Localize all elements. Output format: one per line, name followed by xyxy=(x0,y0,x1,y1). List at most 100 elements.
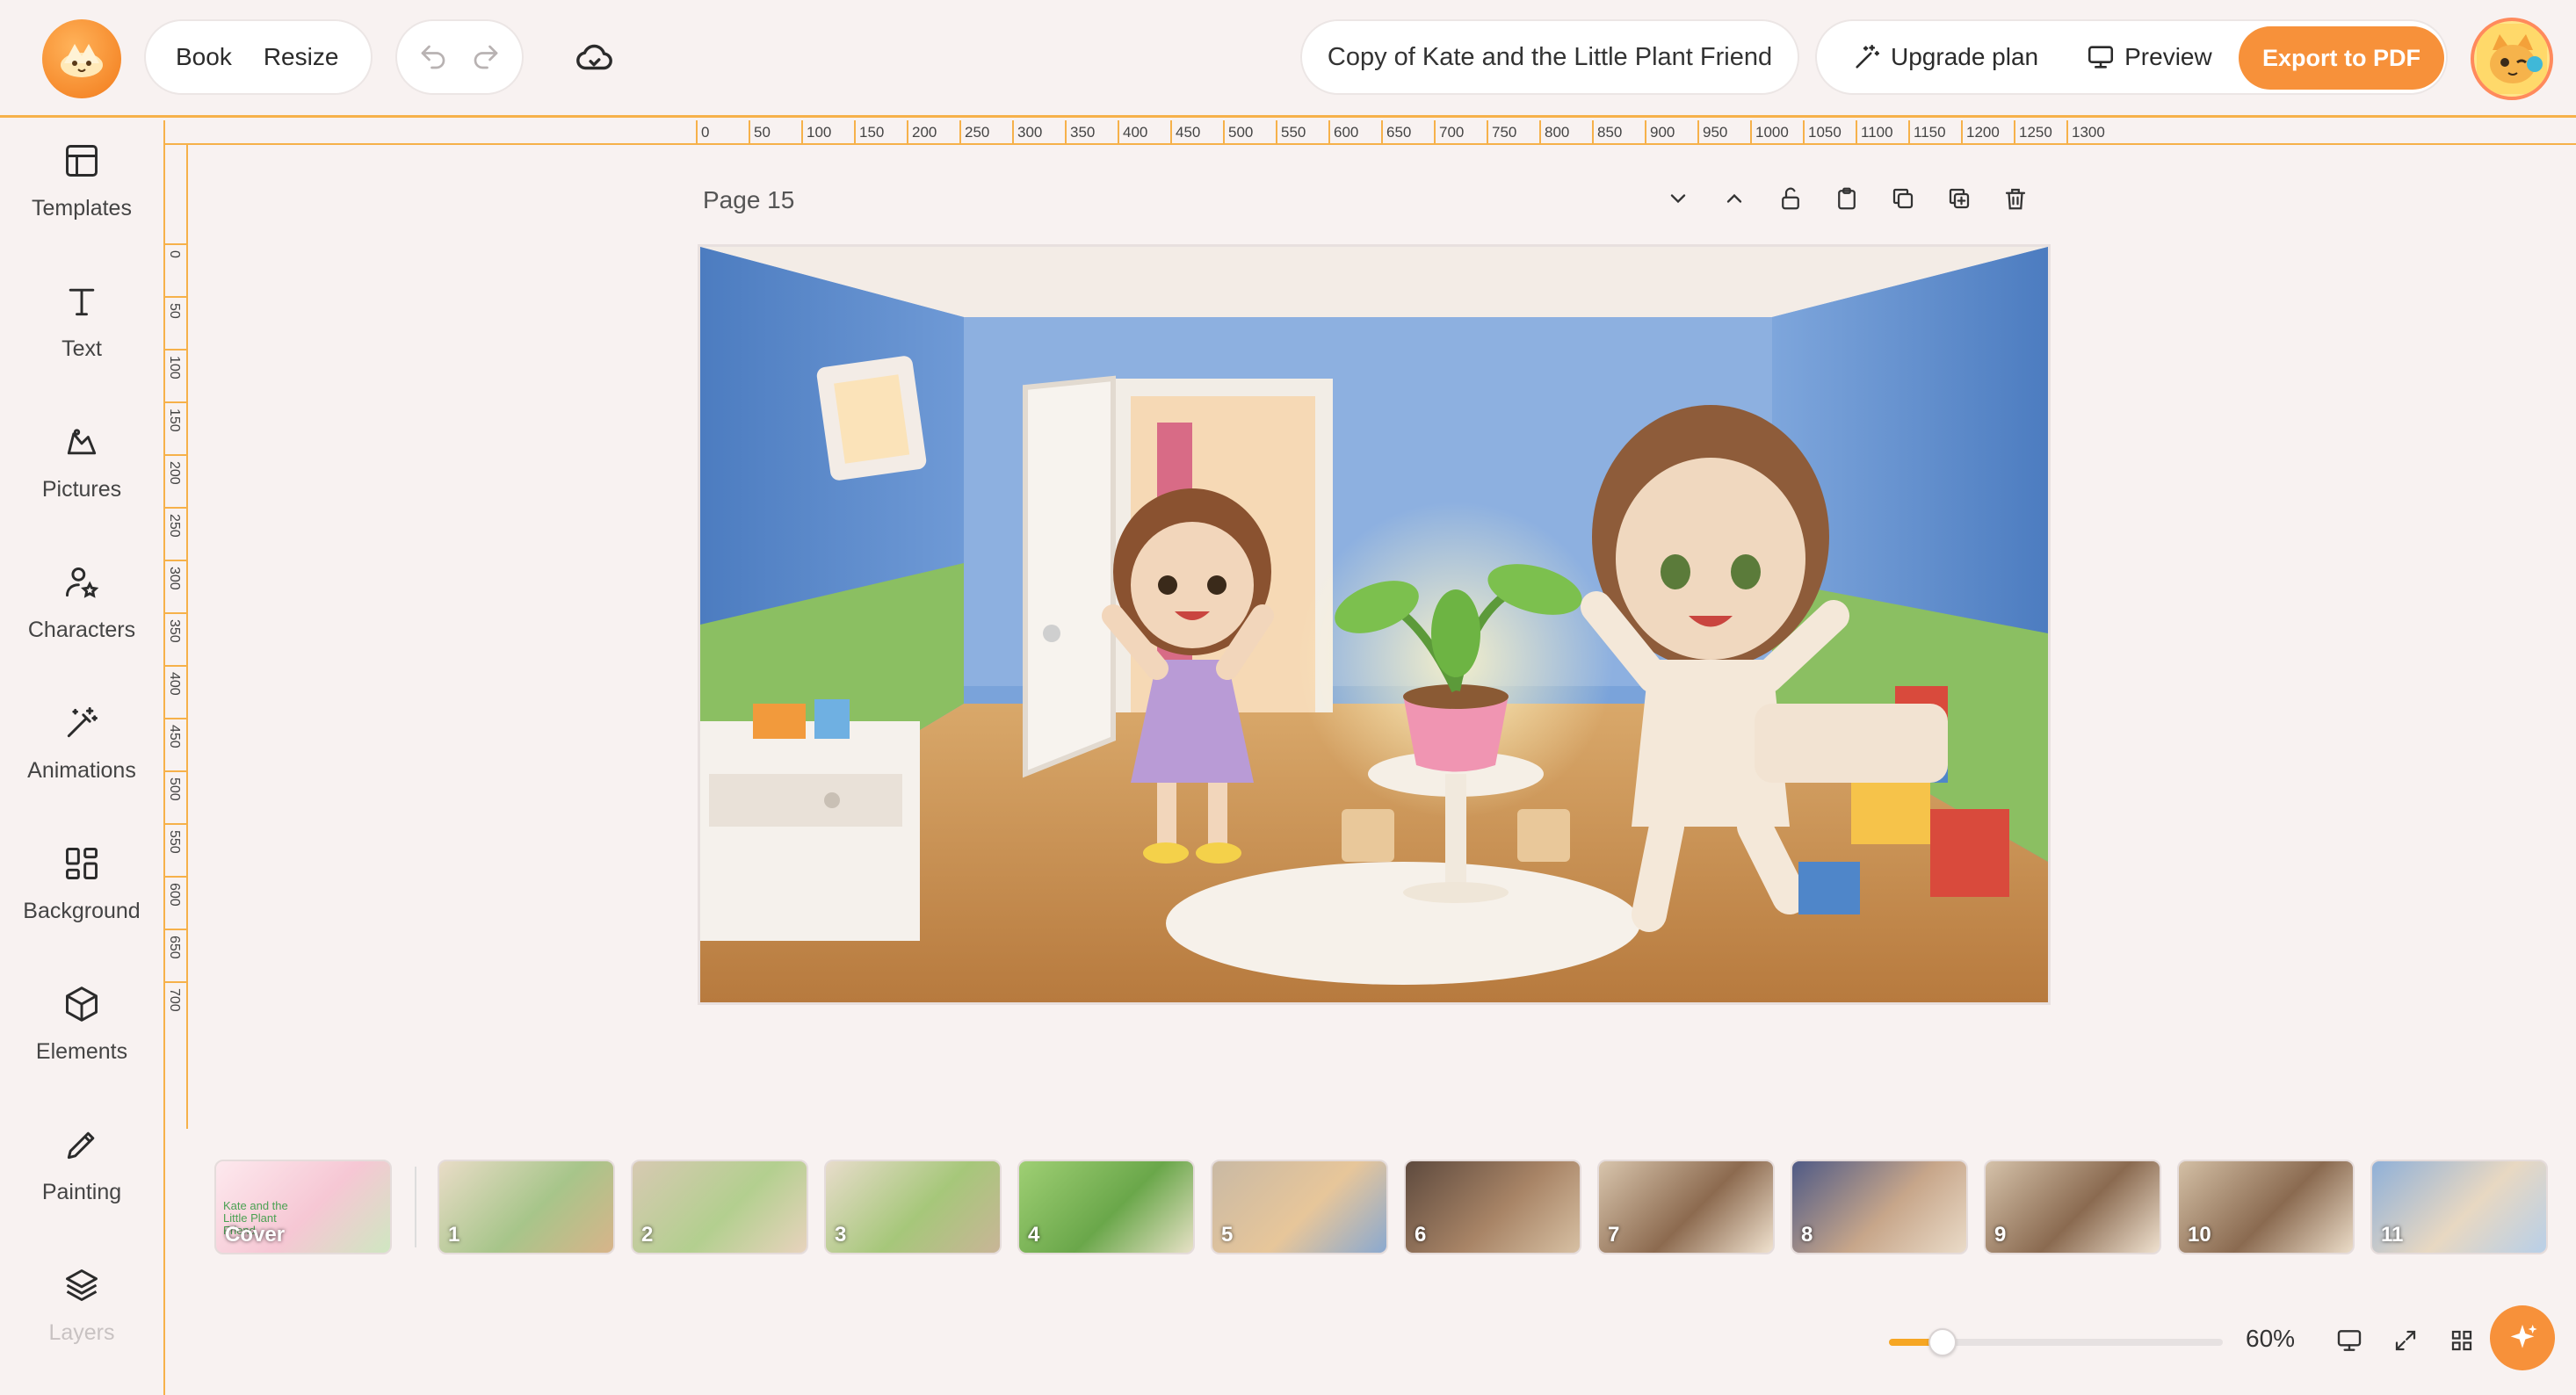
upgrade-plan-label: Upgrade plan xyxy=(1891,43,2039,70)
history-group xyxy=(395,19,524,95)
page-label: Page 15 xyxy=(703,186,795,213)
ruler-tick: 200 xyxy=(165,454,188,507)
sidebar-item-templates[interactable]: Templates xyxy=(0,122,163,254)
ai-assistant-button[interactable] xyxy=(2490,1305,2555,1370)
ruler-tick: 400 xyxy=(1118,120,1147,145)
grid-view-button[interactable] xyxy=(2444,1323,2479,1358)
horizontal-ruler[interactable]: 0 50 100 150 200 250 300 350 400 450 500 550 600 650 7… xyxy=(696,120,2110,145)
ruler-tick: 700 xyxy=(165,981,188,1034)
thumbnail-page[interactable]: 4 xyxy=(1017,1160,1195,1254)
ruler-tick: 150 xyxy=(854,120,884,145)
move-page-down-button[interactable] xyxy=(1659,179,1697,218)
zoom-slider-handle[interactable] xyxy=(1928,1328,1957,1356)
sidebar: Templates Text Pictures Characters Anima… xyxy=(0,120,165,1395)
lock-page-button[interactable] xyxy=(1771,179,1810,218)
ruler-tick: 600 xyxy=(1328,120,1358,145)
page-toolbar xyxy=(1659,179,2035,218)
ruler-tick-label: 350 xyxy=(167,619,182,643)
sidebar-label-templates: Templates xyxy=(32,196,132,220)
ruler-tick: 1250 xyxy=(2014,120,2052,145)
sidebar-item-animations[interactable]: Animations xyxy=(0,684,163,816)
resize-button[interactable]: Resize xyxy=(248,43,355,71)
sidebar-item-background[interactable]: Background xyxy=(0,825,163,957)
thumbnail-page[interactable]: 7 xyxy=(1597,1160,1775,1254)
pencil-icon xyxy=(67,1131,95,1160)
cloud-save-button[interactable] xyxy=(568,32,620,84)
ruler-tick: 850 xyxy=(1592,120,1622,145)
trash-icon xyxy=(2005,188,2026,210)
present-button[interactable] xyxy=(2332,1323,2367,1358)
ruler-tick: 1000 xyxy=(1750,120,1789,145)
paste-button[interactable] xyxy=(1827,179,1866,218)
sparkle-icon xyxy=(2510,1325,2537,1348)
magic-wand-icon xyxy=(1856,44,1880,69)
book-button[interactable]: Book xyxy=(160,43,248,71)
delete-page-button[interactable] xyxy=(1996,179,2035,218)
ruler-tick: 600 xyxy=(165,876,188,929)
ruler-tick: 500 xyxy=(165,770,188,823)
sidebar-item-text[interactable]: Text xyxy=(0,263,163,394)
expand-icon xyxy=(2395,1330,2416,1351)
add-page-button[interactable] xyxy=(1940,179,1979,218)
thumbnail-page[interactable]: 1 xyxy=(438,1160,615,1254)
app-logo[interactable] xyxy=(42,19,121,98)
redo-button[interactable] xyxy=(459,31,512,83)
sidebar-item-pictures[interactable]: Pictures xyxy=(0,403,163,535)
thumbnail-page[interactable]: 10 xyxy=(2177,1160,2355,1254)
thumbnail-label: 10 xyxy=(2188,1223,2211,1247)
page-canvas[interactable] xyxy=(698,244,2051,1005)
upgrade-plan-button[interactable]: Upgrade plan xyxy=(1836,42,2054,72)
zoom-slider[interactable] xyxy=(1889,1328,2223,1356)
document-title-box[interactable]: Copy of Kate and the Little Plant Friend xyxy=(1300,19,1799,95)
move-page-up-button[interactable] xyxy=(1715,179,1754,218)
ruler-tick: 350 xyxy=(1065,120,1095,145)
thumbnail-page[interactable]: 11 xyxy=(2370,1160,2548,1254)
page-illustration xyxy=(700,247,2048,1002)
ruler-tick: 100 xyxy=(801,120,831,145)
chevron-up-icon xyxy=(1726,193,1742,203)
ruler-tick: 1100 xyxy=(1856,120,1893,145)
ruler-tick-label: 450 xyxy=(167,725,182,748)
redo-icon xyxy=(474,45,498,69)
thumbnail-label: 1 xyxy=(448,1223,460,1247)
layers-icon xyxy=(66,1269,98,1301)
thumbnail-label: 3 xyxy=(835,1223,847,1247)
monitor-icon xyxy=(2337,1330,2362,1351)
thumbnail-page[interactable]: 5 xyxy=(1211,1160,1388,1254)
thumbnail-page[interactable]: 3 xyxy=(824,1160,1002,1254)
animations-icon xyxy=(67,707,98,738)
thumbnail-label: 6 xyxy=(1415,1223,1427,1247)
fullscreen-button[interactable] xyxy=(2388,1323,2423,1358)
sidebar-label-pictures: Pictures xyxy=(41,477,122,502)
thumbnail-page[interactable]: 9 xyxy=(1984,1160,2161,1254)
document-title[interactable]: Copy of Kate and the Little Plant Friend xyxy=(1306,43,1793,72)
thumbnail-page[interactable]: 2 xyxy=(631,1160,808,1254)
characters-icon xyxy=(66,567,99,598)
ruler-tick-label: 0 xyxy=(167,250,182,258)
thumbnail-page[interactable]: 6 xyxy=(1404,1160,1581,1254)
vertical-ruler[interactable]: 0 50 100 150 200 250 300 350 400 450 500 550 600 650 7… xyxy=(165,145,188,1129)
sidebar-item-painting[interactable]: Painting xyxy=(0,1106,163,1238)
thumbnail-cover[interactable]: Kate and the Little Plant Friend Cover xyxy=(214,1160,392,1254)
ruler-tick: 750 xyxy=(1487,120,1516,145)
thumbnail-page[interactable]: 8 xyxy=(1791,1160,1968,1254)
preview-button[interactable]: Preview xyxy=(2070,42,2228,72)
user-avatar[interactable] xyxy=(2471,18,2553,100)
templates-icon xyxy=(66,145,98,177)
sidebar-item-layers[interactable]: Layers xyxy=(0,1247,163,1378)
sidebar-label-elements: Elements xyxy=(35,1039,128,1064)
zoom-value: 60% xyxy=(2246,1325,2296,1352)
export-pdf-button[interactable]: Export to PDF xyxy=(2239,26,2444,90)
monitor-icon xyxy=(2088,46,2114,69)
sidebar-item-characters[interactable]: Characters xyxy=(0,544,163,676)
thumbnail-label: 9 xyxy=(1994,1223,2007,1247)
undo-button[interactable] xyxy=(407,31,459,83)
ruler-tick: 500 xyxy=(1223,120,1253,145)
ruler-tick: 950 xyxy=(1697,120,1727,145)
ruler-tick: 900 xyxy=(1645,120,1675,145)
page-thumbnail-strip: Kate and the Little Plant Friend Cover 1 2 3… xyxy=(214,1160,2551,1256)
duplicate-add-icon xyxy=(1949,188,1970,209)
copy-page-button[interactable] xyxy=(1884,179,1922,218)
sidebar-item-elements[interactable]: Elements xyxy=(0,965,163,1097)
thumbnail-label: 2 xyxy=(641,1223,654,1247)
